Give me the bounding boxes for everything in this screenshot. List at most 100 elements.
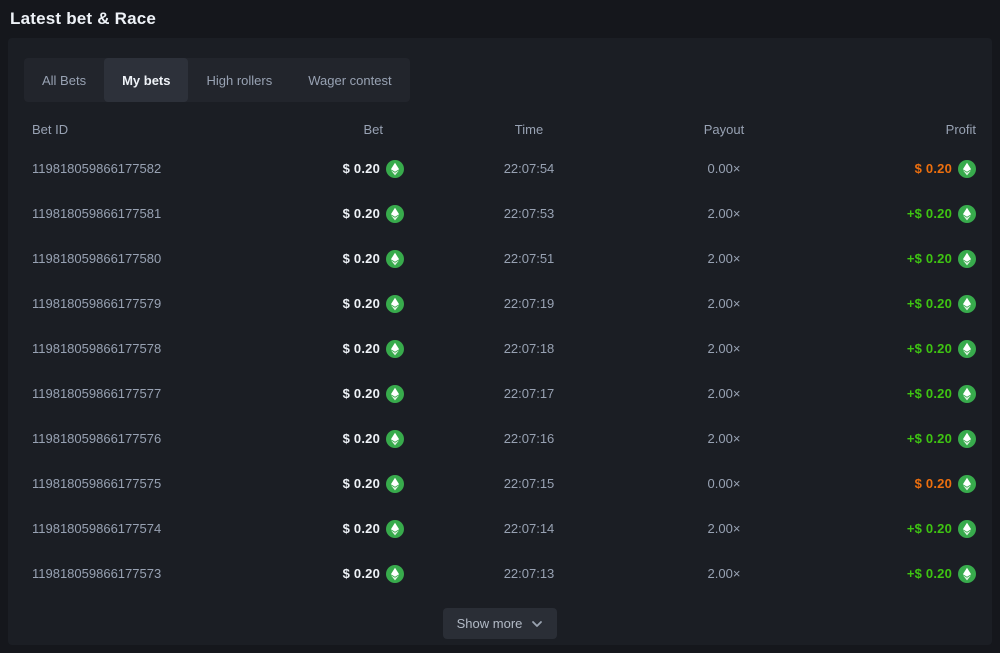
bet-payout: 0.00×: [654, 476, 794, 491]
bet-id: 119818059866177577: [24, 386, 254, 401]
column-header-bet-id: Bet ID: [24, 122, 254, 137]
green-eth-coin-icon: [386, 430, 404, 448]
bet-payout: 0.00×: [654, 161, 794, 176]
green-eth-coin-icon: [386, 340, 404, 358]
bet-payout: 2.00×: [654, 296, 794, 311]
bet-profit: +$ 0.20: [907, 521, 952, 536]
bet-amount: $ 0.20: [343, 521, 380, 536]
table-body: 119818059866177582 $ 0.20 22:07:54 0.00×…: [24, 146, 976, 596]
bet-amount-cell: $ 0.20: [254, 565, 404, 583]
table-row[interactable]: 119818059866177573 $ 0.20 22:07:13 2.00×…: [24, 551, 976, 596]
bet-profit: +$ 0.20: [907, 386, 952, 401]
bet-profit-cell: +$ 0.20: [794, 520, 976, 538]
bet-profit-cell: +$ 0.20: [794, 205, 976, 223]
bet-profit: +$ 0.20: [907, 206, 952, 221]
bet-id: 119818059866177581: [24, 206, 254, 221]
column-header-time: Time: [404, 122, 654, 137]
tab-my-bets[interactable]: My bets: [104, 58, 188, 102]
bet-payout: 2.00×: [654, 206, 794, 221]
bet-profit-cell: +$ 0.20: [794, 295, 976, 313]
green-eth-coin-icon: [958, 250, 976, 268]
bet-amount-cell: $ 0.20: [254, 475, 404, 493]
show-more-label: Show more: [457, 616, 523, 631]
bet-profit: +$ 0.20: [907, 296, 952, 311]
bet-amount: $ 0.20: [343, 251, 380, 266]
bet-amount: $ 0.20: [343, 566, 380, 581]
green-eth-coin-icon: [386, 565, 404, 583]
table-row[interactable]: 119818059866177575 $ 0.20 22:07:15 0.00×…: [24, 461, 976, 506]
table-row[interactable]: 119818059866177582 $ 0.20 22:07:54 0.00×…: [24, 146, 976, 191]
bet-payout: 2.00×: [654, 251, 794, 266]
bet-profit: +$ 0.20: [907, 566, 952, 581]
bet-id: 119818059866177582: [24, 161, 254, 176]
bet-id: 119818059866177576: [24, 431, 254, 446]
column-header-payout: Payout: [654, 122, 794, 137]
table-row[interactable]: 119818059866177581 $ 0.20 22:07:53 2.00×…: [24, 191, 976, 236]
bet-payout: 2.00×: [654, 521, 794, 536]
chevron-down-icon: [531, 618, 543, 630]
bet-time: 22:07:18: [404, 341, 654, 356]
bet-time: 22:07:16: [404, 431, 654, 446]
green-eth-coin-icon: [958, 385, 976, 403]
bets-table: Bet ID Bet Time Payout Profit 1198180598…: [24, 112, 976, 596]
table-row[interactable]: 119818059866177577 $ 0.20 22:07:17 2.00×…: [24, 371, 976, 416]
bet-time: 22:07:17: [404, 386, 654, 401]
tab-wager-contest[interactable]: Wager contest: [290, 58, 409, 102]
table-header-row: Bet ID Bet Time Payout Profit: [24, 112, 976, 146]
bet-amount-cell: $ 0.20: [254, 205, 404, 223]
green-eth-coin-icon: [386, 160, 404, 178]
bet-profit-cell: +$ 0.20: [794, 340, 976, 358]
green-eth-coin-icon: [386, 520, 404, 538]
green-eth-coin-icon: [386, 475, 404, 493]
green-eth-coin-icon: [958, 160, 976, 178]
bet-time: 22:07:51: [404, 251, 654, 266]
show-more-wrap: Show more: [24, 608, 976, 639]
green-eth-coin-icon: [386, 385, 404, 403]
bet-amount-cell: $ 0.20: [254, 250, 404, 268]
column-header-profit: Profit: [794, 122, 976, 137]
table-row[interactable]: 119818059866177576 $ 0.20 22:07:16 2.00×…: [24, 416, 976, 461]
bet-time: 22:07:13: [404, 566, 654, 581]
green-eth-coin-icon: [386, 205, 404, 223]
show-more-button[interactable]: Show more: [443, 608, 558, 639]
green-eth-coin-icon: [958, 520, 976, 538]
bet-profit-cell: +$ 0.20: [794, 565, 976, 583]
bet-payout: 2.00×: [654, 431, 794, 446]
bet-id: 119818059866177578: [24, 341, 254, 356]
top-bar: Latest bet & Race: [0, 0, 1000, 38]
bet-amount-cell: $ 0.20: [254, 295, 404, 313]
bet-amount-cell: $ 0.20: [254, 340, 404, 358]
bet-amount: $ 0.20: [343, 386, 380, 401]
green-eth-coin-icon: [958, 295, 976, 313]
bet-profit: +$ 0.20: [907, 341, 952, 356]
bet-id: 119818059866177580: [24, 251, 254, 266]
bet-amount: $ 0.20: [343, 161, 380, 176]
table-row[interactable]: 119818059866177574 $ 0.20 22:07:14 2.00×…: [24, 506, 976, 551]
column-header-bet: Bet: [254, 122, 404, 137]
bet-profit: +$ 0.20: [907, 431, 952, 446]
bet-amount-cell: $ 0.20: [254, 160, 404, 178]
bet-payout: 2.00×: [654, 341, 794, 356]
table-row[interactable]: 119818059866177578 $ 0.20 22:07:18 2.00×…: [24, 326, 976, 371]
bet-amount: $ 0.20: [343, 476, 380, 491]
bet-time: 22:07:53: [404, 206, 654, 221]
tab-high-rollers[interactable]: High rollers: [188, 58, 290, 102]
bet-profit-cell: +$ 0.20: [794, 385, 976, 403]
table-row[interactable]: 119818059866177579 $ 0.20 22:07:19 2.00×…: [24, 281, 976, 326]
green-eth-coin-icon: [958, 205, 976, 223]
bet-profit-cell: $ 0.20: [794, 475, 976, 493]
tab-all-bets[interactable]: All Bets: [24, 58, 104, 102]
bet-profit: $ 0.20: [915, 161, 952, 176]
bet-amount-cell: $ 0.20: [254, 385, 404, 403]
bet-time: 22:07:14: [404, 521, 654, 536]
table-row[interactable]: 119818059866177580 $ 0.20 22:07:51 2.00×…: [24, 236, 976, 281]
bet-id: 119818059866177579: [24, 296, 254, 311]
bet-time: 22:07:15: [404, 476, 654, 491]
bet-amount-cell: $ 0.20: [254, 520, 404, 538]
bet-amount: $ 0.20: [343, 206, 380, 221]
bet-profit-cell: +$ 0.20: [794, 430, 976, 448]
bet-time: 22:07:19: [404, 296, 654, 311]
green-eth-coin-icon: [958, 475, 976, 493]
bet-profit: +$ 0.20: [907, 251, 952, 266]
page-title: Latest bet & Race: [10, 9, 156, 29]
